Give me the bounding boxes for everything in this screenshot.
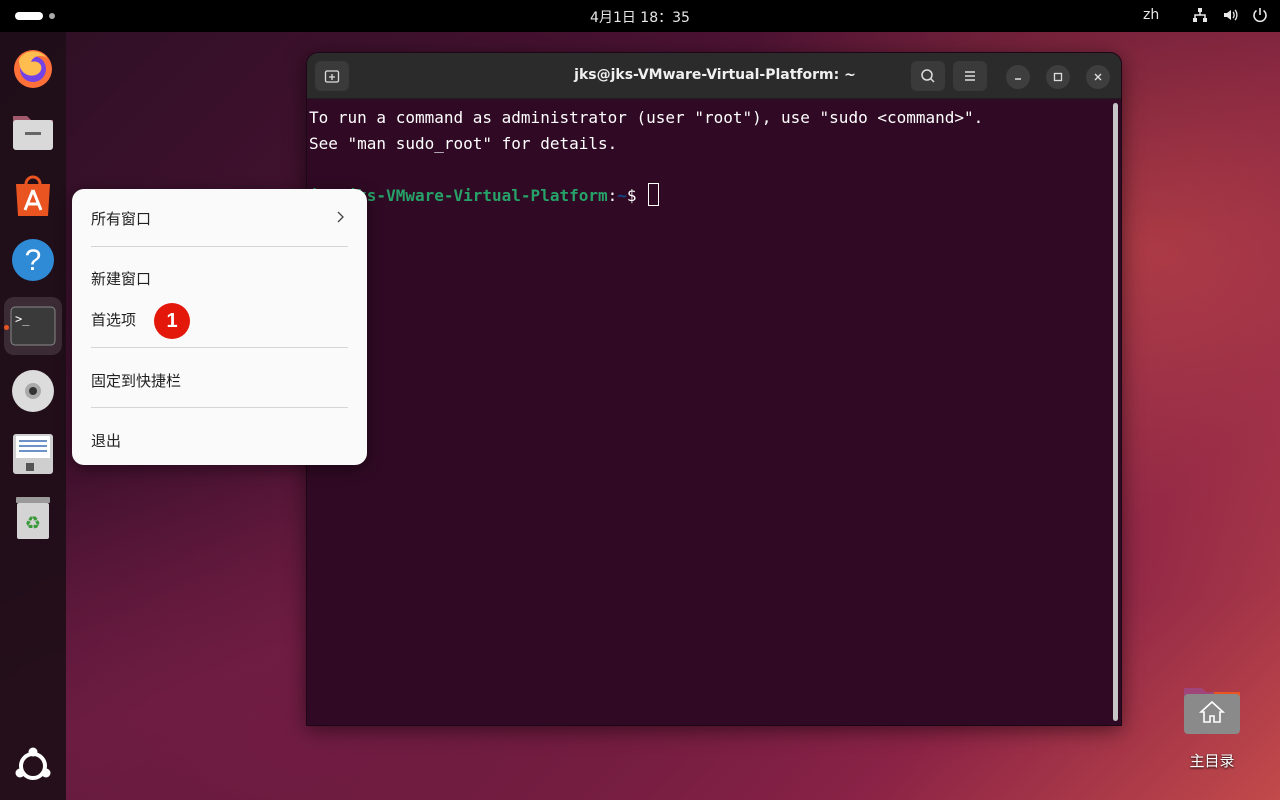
menu-item-pin-to-dash[interactable]: 固定到快捷栏 [91, 370, 181, 391]
close-icon [1094, 73, 1102, 81]
hamburger-menu-icon [965, 71, 975, 81]
maximize-icon [1053, 72, 1063, 82]
menu-separator [91, 347, 348, 348]
dock-item-app-center[interactable] [9, 172, 57, 220]
window-title: jks@jks-VMware-Virtual-Platform: ~ [574, 67, 856, 83]
menu-item-quit[interactable]: 退出 [91, 430, 121, 451]
search-icon [921, 69, 935, 83]
close-button[interactable] [1086, 65, 1110, 89]
step-badge: 1 [154, 303, 190, 339]
terminal-output[interactable]: To run a command as administrator (user … [309, 105, 1099, 209]
menu-button[interactable] [953, 61, 987, 91]
prompt-separator: : [607, 186, 618, 205]
terminal-line: See "man sudo_root" for details. [309, 134, 618, 153]
clock[interactable]: 4月1日 18：35 [0, 7, 1280, 27]
ubuntu-logo-icon [15, 747, 51, 780]
disc-icon [12, 370, 54, 412]
running-indicator [4, 325, 9, 330]
terminal-line: To run a command as administrator (user … [309, 108, 984, 127]
menu-item-all-windows[interactable]: 所有窗口 [91, 208, 151, 229]
minimize-button[interactable] [1006, 65, 1030, 89]
dock-item-help[interactable]: ? [9, 236, 57, 284]
dock-item-firefox[interactable] [9, 44, 57, 92]
terminal-icon: >_ [10, 306, 56, 346]
svg-text:?: ? [25, 244, 42, 277]
desktop-home-folder[interactable] [1180, 684, 1244, 734]
desktop-home-label: 主目录 [1189, 752, 1235, 770]
prompt-symbol: $ [626, 186, 647, 205]
menu-separator [91, 407, 348, 408]
dock-item-files[interactable] [9, 108, 57, 156]
top-bar: 4月1日 18：35 zh [0, 0, 1280, 32]
power-icon [1252, 7, 1268, 23]
files-icon [13, 116, 53, 150]
scrollbar[interactable] [1113, 103, 1118, 721]
dock-item-trash[interactable]: ♻ [9, 494, 57, 542]
text-editor-icon [13, 434, 53, 474]
svg-text:>_: >_ [15, 312, 30, 326]
terminal-headerbar[interactable]: jks@jks-VMware-Virtual-Platform: ~ [307, 53, 1121, 99]
search-button[interactable] [911, 61, 945, 91]
dock-item-disc[interactable] [9, 367, 57, 415]
text-cursor [648, 183, 660, 206]
trash-icon: ♻ [16, 497, 50, 539]
terminal-window[interactable]: jks@jks-VMware-Virtual-Platform: ~ To ru… [306, 52, 1122, 726]
system-tray[interactable] [1192, 7, 1268, 23]
help-icon: ? [12, 239, 54, 281]
menu-item-new-window[interactable]: 新建窗口 [91, 268, 151, 289]
home-folder-icon [1184, 688, 1240, 734]
input-language[interactable]: zh [1143, 7, 1159, 23]
dock-item-terminal[interactable]: >_ [4, 297, 62, 355]
dock-item-text-editor[interactable] [9, 430, 57, 478]
firefox-icon [14, 50, 52, 88]
maximize-button[interactable] [1046, 65, 1070, 89]
chevron-right-icon [337, 211, 344, 223]
network-icon [1192, 7, 1208, 23]
menu-separator [91, 246, 348, 247]
dock: ? >_ ♻ [0, 32, 66, 800]
minimize-icon [1015, 78, 1021, 80]
svg-text:♻: ♻ [25, 513, 41, 534]
app-center-icon [16, 175, 50, 216]
dock-item-show-apps[interactable] [9, 742, 57, 790]
menu-item-preferences[interactable]: 首选项 [91, 309, 136, 330]
dock-context-menu: 所有窗口 新建窗口 首选项 固定到快捷栏 退出 [72, 189, 367, 465]
volume-icon [1222, 7, 1238, 23]
prompt-path: ~ [617, 186, 627, 205]
